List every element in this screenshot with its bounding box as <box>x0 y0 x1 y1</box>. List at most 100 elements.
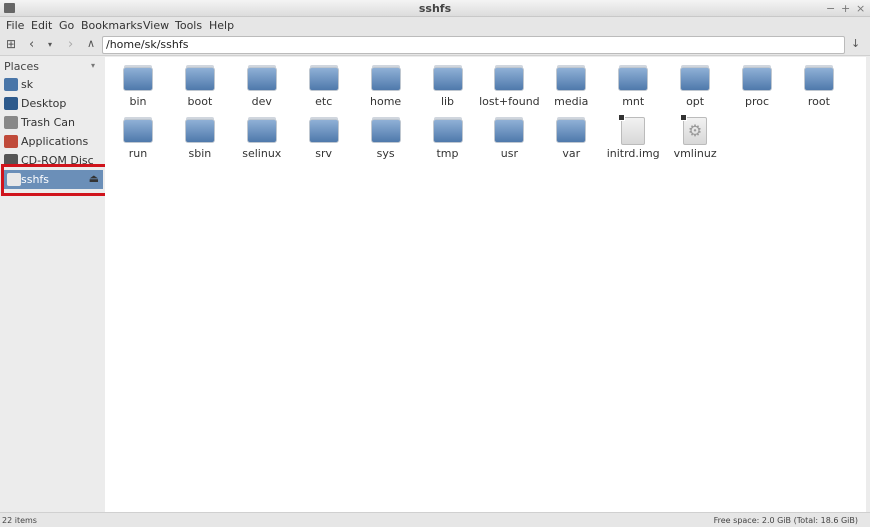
menu-bookmarks[interactable]: Bookmarks <box>81 19 142 32</box>
trash-icon <box>4 116 18 129</box>
folder-icon <box>246 67 277 91</box>
file-item[interactable]: bin <box>107 67 169 108</box>
file-item[interactable]: home <box>355 67 417 108</box>
folder-icon <box>308 119 339 143</box>
folder-icon <box>123 119 153 143</box>
places-dropdown-icon[interactable]: ▾ <box>91 61 95 70</box>
file-name: lost+found <box>479 95 540 108</box>
file-name: srv <box>315 147 333 160</box>
menu-help[interactable]: Help <box>209 19 234 32</box>
file-item[interactable]: sbin <box>169 119 231 160</box>
file-item[interactable]: opt <box>664 67 726 108</box>
folder-icon <box>370 119 401 143</box>
file-name: root <box>807 95 830 108</box>
sidebar-item-trash-can[interactable]: Trash Can <box>0 113 104 132</box>
file-name: var <box>562 147 581 160</box>
folder-icon <box>803 67 834 91</box>
applications-icon <box>4 135 18 148</box>
file-name: initrd.img <box>606 147 660 160</box>
back-icon[interactable]: ‹ <box>29 37 34 52</box>
file-name: boot <box>187 95 213 108</box>
file-name: opt <box>686 95 705 108</box>
sidebar-item-label: Applications <box>21 135 89 148</box>
folder-icon <box>494 119 525 143</box>
desktop-icon <box>4 97 18 110</box>
file-name: sbin <box>188 147 212 160</box>
folder-icon <box>432 67 463 91</box>
folder-icon <box>618 67 649 91</box>
executable-link-icon: ⚙ <box>680 114 708 145</box>
file-item[interactable]: initrd.img <box>602 114 664 160</box>
new-tab-icon[interactable]: ⊞ <box>6 37 16 51</box>
file-item[interactable]: selinux <box>231 119 293 160</box>
file-item[interactable]: lost+found <box>478 67 540 108</box>
file-item[interactable]: etc <box>293 67 355 108</box>
menu-view[interactable]: View <box>143 19 169 32</box>
sidebar-item-applications[interactable]: Applications <box>0 132 104 151</box>
file-name: lib <box>440 95 455 108</box>
file-item[interactable]: run <box>107 119 169 160</box>
folder-icon <box>742 67 772 91</box>
file-item[interactable]: media <box>540 67 602 108</box>
free-space: Free space: 2.0 GiB (Total: 18.6 GiB) <box>713 516 858 525</box>
folder-icon <box>123 67 153 91</box>
title-bar: sshfs − + × <box>0 0 870 17</box>
folder-icon <box>494 67 525 91</box>
item-count: 22 items <box>2 516 37 525</box>
file-name: sys <box>376 147 395 160</box>
up-icon[interactable]: ∧ <box>87 37 95 50</box>
file-name: proc <box>744 95 770 108</box>
places-header: Places <box>4 60 39 73</box>
file-name: tmp <box>436 147 459 160</box>
home-icon <box>4 78 18 91</box>
file-name: run <box>128 147 148 160</box>
file-item[interactable]: sys <box>355 119 417 160</box>
folder-icon <box>370 67 401 91</box>
menu-bar: File Edit Go Bookmarks View Tools Help <box>0 17 870 35</box>
maximize-button[interactable]: + <box>841 2 850 15</box>
minimize-button[interactable]: − <box>826 2 835 15</box>
folder-icon <box>556 119 587 143</box>
file-link-icon <box>618 114 646 145</box>
sidebar-item-label: Desktop <box>21 97 67 110</box>
file-item[interactable]: var <box>540 119 602 160</box>
window-title: sshfs <box>418 2 452 15</box>
file-name: vmlinuz <box>673 147 717 160</box>
sidebar-item-desktop[interactable]: Desktop <box>0 94 104 113</box>
file-item[interactable]: tmp <box>417 119 479 160</box>
menu-tools[interactable]: Tools <box>175 19 202 32</box>
file-item[interactable]: lib <box>417 67 479 108</box>
file-name: mnt <box>622 95 645 108</box>
folder-icon <box>184 67 215 91</box>
file-name: home <box>370 95 402 108</box>
file-item[interactable]: boot <box>169 67 231 108</box>
folder-icon <box>246 119 277 143</box>
menu-edit[interactable]: Edit <box>31 19 52 32</box>
folder-icon <box>184 119 215 143</box>
file-item[interactable]: srv <box>293 119 355 160</box>
toolbar: ⊞ ‹ ▾ › ∧ /home/sk/sshfs ↓ <box>0 35 870 56</box>
file-item[interactable]: dev <box>231 67 293 108</box>
sidebar-item-sk[interactable]: sk <box>0 75 104 94</box>
sidebar-item-label: sk <box>21 78 34 91</box>
go-icon[interactable]: ↓ <box>851 37 860 50</box>
status-bar: 22 items Free space: 2.0 GiB (Total: 18.… <box>0 512 870 527</box>
menu-go[interactable]: Go <box>59 19 74 32</box>
file-item[interactable]: ⚙ vmlinuz <box>664 114 726 160</box>
forward-icon[interactable]: › <box>68 37 73 52</box>
file-item[interactable]: root <box>788 67 850 108</box>
sidebar-item-label: Trash Can <box>21 116 75 129</box>
folder-icon <box>680 67 711 91</box>
file-name: bin <box>129 95 147 108</box>
menu-file[interactable]: File <box>6 19 24 32</box>
file-name: media <box>554 95 589 108</box>
file-item[interactable]: usr <box>478 119 540 160</box>
history-dropdown-icon[interactable]: ▾ <box>48 40 52 49</box>
file-name: etc <box>315 95 333 108</box>
file-item[interactable]: proc <box>726 67 788 108</box>
path-input[interactable]: /home/sk/sshfs <box>102 36 845 54</box>
folder-icon <box>308 67 339 91</box>
file-item[interactable]: mnt <box>602 67 664 108</box>
places-sidebar: Places ▾ sk Desktop Trash Can Applications C… <box>0 57 104 512</box>
close-button[interactable]: × <box>856 2 865 15</box>
